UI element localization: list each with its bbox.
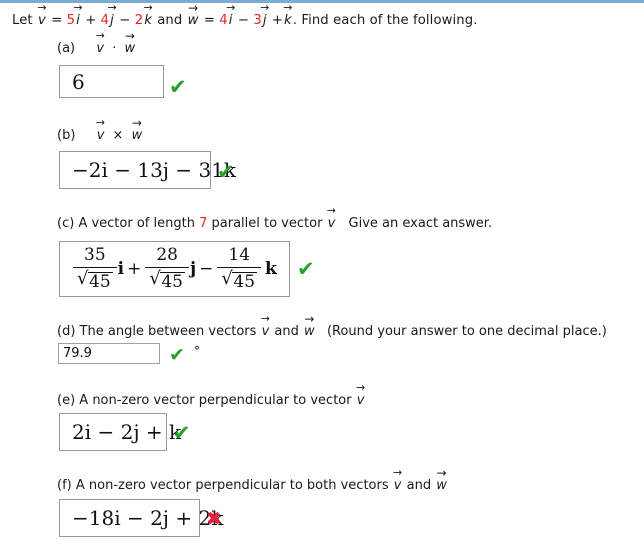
part-c-answer-box[interactable]: 35 45 i+ 28 45 j− 14 45 k — [59, 241, 290, 297]
part-a-label-row: (a) v · w — [57, 41, 136, 56]
part-c-term-3-unit: k — [265, 258, 277, 279]
top-divider-rule — [0, 0, 644, 3]
part-e-label: (e) — [57, 393, 76, 408]
unit-vector-k: k — [143, 13, 153, 28]
part-c-term-1-numerator: 35 — [84, 244, 106, 265]
part-c-answer-expression: 35 45 i+ 28 45 j− 14 45 k — [60, 244, 289, 292]
part-c-length-value: 7 — [199, 216, 208, 231]
part-d-text-after: (Round your answer to one decimal place.… — [326, 324, 607, 339]
part-b-vector-w: w — [131, 128, 144, 143]
part-c-term-1-denominator: 45 — [73, 270, 117, 292]
part-c-vector-v: v — [327, 216, 337, 231]
part-c-term-2-numerator: 28 — [156, 244, 178, 265]
v-op-1: + — [85, 13, 97, 28]
w-unit-vector-j: j — [262, 13, 268, 28]
part-f-label: (f) — [57, 478, 72, 493]
part-a-vector-w: w — [124, 41, 137, 56]
part-e-label-row: (e) A non-zero vector perpendicular to v… — [57, 393, 365, 408]
unit-vector-i: i — [75, 13, 81, 28]
part-a-green-check-icon: ✔ — [169, 75, 187, 99]
w-unit-vector-i: i — [228, 13, 234, 28]
part-c-op-1: + — [127, 258, 142, 279]
prompt-tail: . Find each of the following. — [292, 13, 478, 28]
part-b-label: (b) — [57, 128, 76, 143]
part-b-vector-v: v — [96, 128, 106, 143]
part-f-vector-w: w — [435, 478, 448, 493]
v-coefficient-j: 4 — [100, 13, 110, 28]
part-e-green-check-icon: ✔ — [173, 421, 191, 445]
w-op-1: − — [237, 13, 250, 28]
part-c-label-row: (c) A vector of length 7 parallel to vec… — [57, 216, 492, 231]
part-f-text-before: A non-zero vector perpendicular to both … — [75, 478, 389, 493]
unit-vector-j: j — [109, 13, 115, 28]
part-a-answer-value: 6 — [72, 69, 85, 94]
part-d-vector-v: v — [261, 324, 271, 339]
part-c-op-2: − — [199, 258, 214, 279]
part-e-vector-v: v — [356, 393, 366, 408]
part-a-label: (a) — [57, 41, 76, 56]
part-f-red-cross-icon: ✖ — [206, 508, 222, 530]
part-c-term-3-radicand: 45 — [232, 271, 258, 292]
part-a-vector-v: v — [95, 41, 105, 56]
w-coefficient-i: 4 — [219, 13, 228, 28]
sqrt-icon: 45 — [221, 270, 258, 292]
problem-statement: Let v = 5i + 4j − 2k and w = 4i − 3j +k.… — [12, 13, 478, 28]
part-c-term-2-fraction: 28 45 — [145, 244, 189, 292]
vector-v-symbol: v — [37, 13, 47, 28]
w-unit-vector-k: k — [283, 13, 293, 28]
part-c-term-3-numerator: 14 — [228, 244, 251, 265]
part-f-vector-v: v — [393, 478, 403, 493]
part-a-answer-box[interactable]: 6 — [59, 65, 164, 98]
part-e-answer-box[interactable]: 2i − 2j + k — [59, 413, 181, 451]
part-c-term-2-denominator: 45 — [145, 270, 189, 292]
vector-w-symbol: w — [187, 13, 200, 28]
part-d-label: (d) — [57, 324, 76, 339]
part-d-answer-input[interactable] — [58, 343, 160, 364]
sqrt-icon: 45 — [77, 270, 113, 292]
w-coefficient-j: 3 — [253, 13, 262, 28]
v-equals: = — [51, 13, 63, 28]
part-c-text-middle: parallel to vector — [211, 216, 323, 231]
part-c-term-3-fraction: 14 45 — [217, 244, 262, 292]
part-b-label-row: (b) v × w — [57, 128, 143, 143]
part-b-green-check-icon: ✔ — [217, 160, 235, 184]
cross-product-operator: × — [112, 128, 124, 143]
sqrt-icon: 45 — [149, 270, 185, 292]
prompt-lead: Let — [12, 13, 33, 28]
part-d-degree-unit: ° — [194, 344, 200, 358]
part-c-label: (c) — [57, 216, 75, 231]
part-f-answer-box[interactable]: −18i − 2j + 2k — [59, 499, 223, 537]
part-f-label-row: (f) A non-zero vector perpendicular to b… — [57, 478, 448, 493]
part-c-text-after: Give an exact answer. — [348, 216, 493, 231]
part-d-text-before: The angle between vectors — [79, 324, 257, 339]
part-c-green-check-icon: ✔ — [297, 257, 315, 281]
v-op-2: − — [119, 13, 131, 28]
part-d-label-row: (d) The angle between vectors v and w (R… — [57, 324, 607, 339]
dot-product-operator: · — [112, 41, 117, 56]
v-coefficient-i: 5 — [66, 13, 76, 28]
part-d-vector-w: w — [303, 324, 316, 339]
part-e-text-before: A non-zero vector perpendicular to vecto… — [79, 393, 352, 408]
part-c-text-before: A vector of length — [78, 216, 195, 231]
part-c-term-1-radicand: 45 — [88, 271, 113, 292]
part-d-green-check-icon: ✔ — [169, 344, 185, 366]
part-f-text-and: and — [406, 478, 432, 493]
part-d-text-and: and — [274, 324, 299, 339]
w-equals: = — [203, 13, 215, 28]
w-op-2: + — [271, 13, 284, 28]
v-coefficient-k: 2 — [134, 13, 144, 28]
prompt-and: and — [157, 13, 183, 28]
part-c-term-2-radicand: 45 — [160, 271, 185, 292]
part-b-answer-box[interactable]: −2i − 13j − 31k — [59, 151, 236, 189]
part-c-term-1-fraction: 35 45 — [73, 244, 117, 292]
part-c-term-3-denominator: 45 — [217, 270, 261, 292]
